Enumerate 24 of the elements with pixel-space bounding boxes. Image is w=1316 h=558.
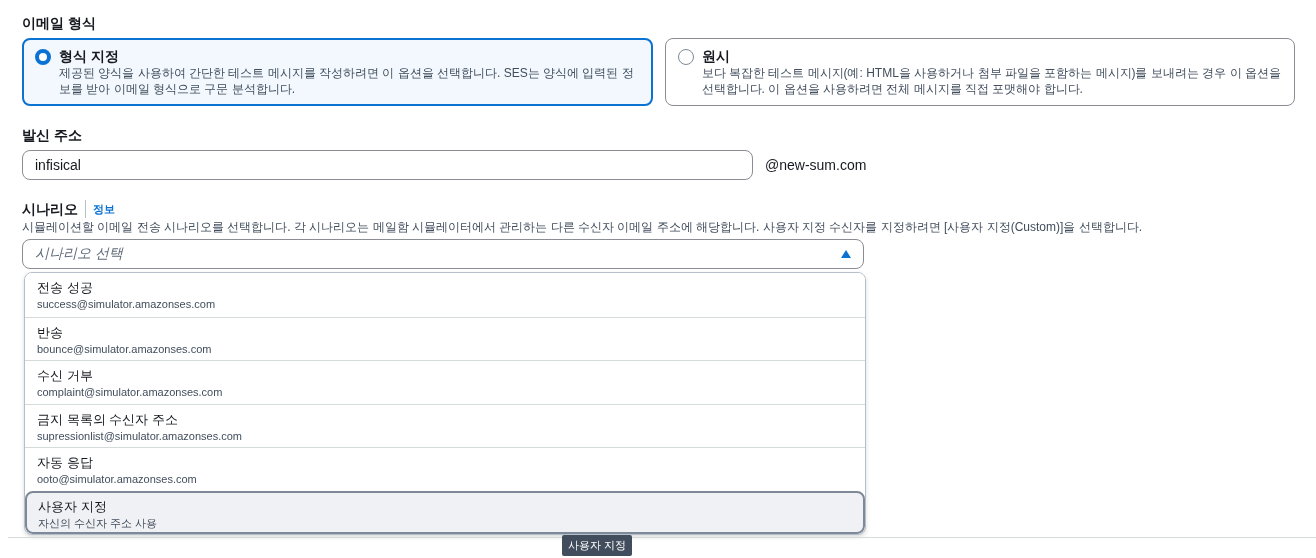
option-description: 보다 복잡한 테스트 메시지(예: HTML을 사용하거나 첨부 파일을 포함하는 메시지)를 보내려는 경우 이 옵션을 선택합니다. 이 옵션을 사용하려면 전체 메시지를 직접 포맷해야 합니다. [701,65,1281,97]
dropdown-option[interactable]: 전송 성공 success@simulator.amazonses.com [25,273,865,317]
radio-card[interactable]: 형식 지정 제공된 양식을 사용하여 간단한 테스트 메시지를 작성하려면 이 옵션을 선택합니다. SES는 양식에 입력된 정보를 받아 이메일 형식으로 구문 분석합니다. [22,38,653,106]
info-link[interactable]: 정보 [93,201,115,217]
input-field[interactable]: infisical [22,150,753,180]
dropdown-option[interactable]: 자동 응답 ooto@simulator.amazonses.com [25,447,865,491]
dropdown-option[interactable]: 반송 bounce@simulator.amazonses.com [25,316,865,360]
tooltip: 사용자 지정 [562,535,633,556]
field-label: 발신 주소 [22,126,83,144]
caret-icon [841,250,851,258]
radio-button[interactable] [35,49,51,65]
dropdown-option[interactable]: 사용자 지정 자신의 수신자 주소 사용 [25,490,865,534]
select-field[interactable]: 시나리오 선택 [22,239,864,269]
domain-text: @new-sum.com [765,157,867,173]
dropdown-option[interactable]: 수신 거부 complaint@simulator.amazonses.com [25,360,865,404]
section-label: 이메일 형식 [22,14,97,32]
option-description: 제공된 양식을 사용하여 간단한 테스트 메시지를 작성하려면 이 옵션을 선택합니다. SES는 양식에 입력된 정보를 받아 이메일 형식으로 구문 분석합니다. [59,65,635,97]
field-description: 시뮬레이션할 이메일 전송 시나리오를 선택합니다. 각 시나리오는 메일함 시뮬레이터에서 관리하는 다른 수신자 이메일 주소에 해당합니다. 사용자 지정 수신자를 지정하려면 [사용자 지정(Custom)]을 선택합니다. [22,219,1144,235]
radio-card[interactable]: 원시 보다 복잡한 테스트 메시지(예: HTML을 사용하거나 첨부 파일을 포함하는 메시지)를 보내려는 경우 이 옵션을 선택합니다. 이 옵션을 사용하려면 전체 메시지를 직접 포맷해야 합니다. [664,38,1295,106]
option-title: 형식 지정 [59,47,120,65]
radio-button[interactable] [677,49,694,65]
dropdown-option[interactable]: 금지 목록의 수신자 주소 supressionlist@simulator.amazonses.com [25,403,865,447]
field-label: 시나리오 [22,200,86,218]
option-title: 원시 [701,47,731,65]
